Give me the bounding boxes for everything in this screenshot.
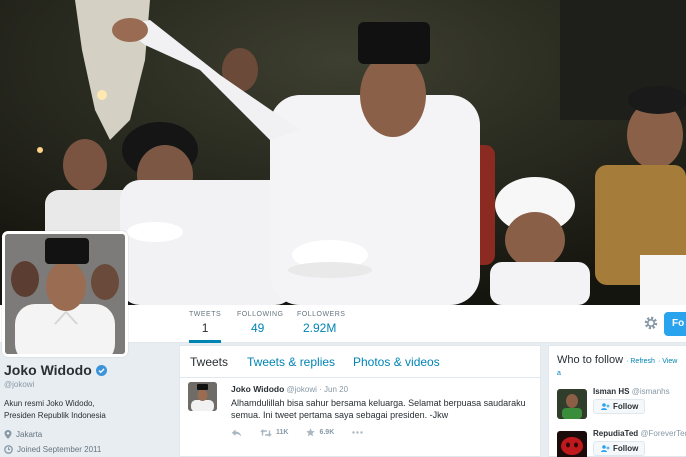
suggested-user-handle[interactable]: @ForeverTed <box>640 429 686 438</box>
who-to-follow-item[interactable]: RepudiaTed @ForeverTed Follow <box>549 425 686 457</box>
who-to-follow-title: Who to follow <box>557 354 624 366</box>
suggested-user-avatar[interactable] <box>557 389 587 419</box>
retweet-count: 11K <box>276 429 289 436</box>
favorite-action[interactable]: 6.9K <box>306 428 334 437</box>
suggested-follow-button[interactable]: Follow <box>593 441 645 456</box>
tweet-text: Alhamdulillah bisa sahur bersama keluarg… <box>231 398 526 420</box>
tweet[interactable]: Joko Widodo @jokowi · Jun 20 Alhamdulill… <box>180 378 540 443</box>
stat-followers-label: FOLLOWERS <box>297 311 346 318</box>
tab-tweets[interactable]: Tweets <box>190 355 228 369</box>
profile-bio: Akun resmi Joko Widodo, Presiden Republi… <box>4 399 106 420</box>
avatar[interactable] <box>2 231 128 357</box>
add-user-icon <box>601 445 610 452</box>
profile-joined: Joined September 2011 <box>4 445 174 454</box>
follow-button[interactable]: Fo <box>664 312 686 336</box>
clock-icon <box>4 445 13 454</box>
retweet-action[interactable]: 11K <box>260 428 289 437</box>
tweet-author-name[interactable]: Joko Widodo <box>231 384 284 394</box>
profile-location: Jakarta <box>4 430 174 439</box>
more-action[interactable] <box>352 431 363 434</box>
retweet-icon <box>260 428 272 437</box>
suggested-user-handle[interactable]: @ismanhs <box>632 387 670 396</box>
suggested-follow-label: Follow <box>613 444 639 453</box>
star-icon <box>306 428 316 437</box>
stat-following[interactable]: FOLLOWING 49 <box>237 311 284 335</box>
favorite-count: 6.9K <box>319 429 335 436</box>
tab-tweets-replies[interactable]: Tweets & replies <box>247 355 335 369</box>
who-to-follow-item[interactable]: Isman HS @ismanhs Follow <box>549 383 686 425</box>
stat-followers[interactable]: FOLLOWERS 2.92M <box>297 311 345 335</box>
stat-tweets-label: TWEETS <box>189 311 222 318</box>
suggested-user-name[interactable]: Isman HS <box>593 387 629 396</box>
reply-action[interactable] <box>231 429 242 437</box>
suggested-user-name[interactable]: RepudiaTed <box>593 429 638 438</box>
tweet-author-handle[interactable]: @jokowi <box>287 385 317 394</box>
profile-name[interactable]: Joko Widodo <box>4 362 92 378</box>
tab-photos-videos[interactable]: Photos & videos <box>353 355 440 369</box>
reply-icon <box>231 429 242 436</box>
add-user-icon <box>601 403 610 410</box>
gear-icon[interactable] <box>643 315 659 331</box>
location-pin-icon <box>4 430 12 439</box>
profile-card: Joko Widodo @jokowi Akun resmi Joko Wido… <box>4 362 174 454</box>
suggested-follow-button[interactable]: Follow <box>593 399 645 414</box>
stat-tweets-value: 1 <box>201 321 209 335</box>
suggested-user-avatar[interactable] <box>557 431 587 457</box>
verified-badge-icon <box>95 364 107 376</box>
tweet-date[interactable]: · Jun 20 <box>319 385 348 394</box>
stat-following-value: 49 <box>251 321 265 335</box>
profile-joined-text: Joined September 2011 <box>17 445 102 454</box>
more-dots-icon <box>352 431 363 434</box>
timeline-panel: Tweets Tweets & replies Photos & videos … <box>179 345 541 457</box>
refresh-link[interactable]: · Refresh <box>626 358 655 365</box>
profile-location-text: Jakarta <box>16 430 43 439</box>
stat-following-label: FOLLOWING <box>237 311 284 318</box>
suggested-follow-label: Follow <box>613 402 639 411</box>
tweet-avatar[interactable] <box>188 382 217 411</box>
stat-followers-value: 2.92M <box>303 321 337 335</box>
tweet-actions: 11K 6.9K <box>231 428 532 437</box>
who-to-follow-panel: Who to follow · Refresh · View a Isman H… <box>548 345 686 457</box>
profile-handle[interactable]: @jokowi <box>4 380 174 389</box>
stat-tweets[interactable]: TWEETS 1 <box>189 311 222 343</box>
timeline-tabs: Tweets Tweets & replies Photos & videos <box>180 346 540 378</box>
